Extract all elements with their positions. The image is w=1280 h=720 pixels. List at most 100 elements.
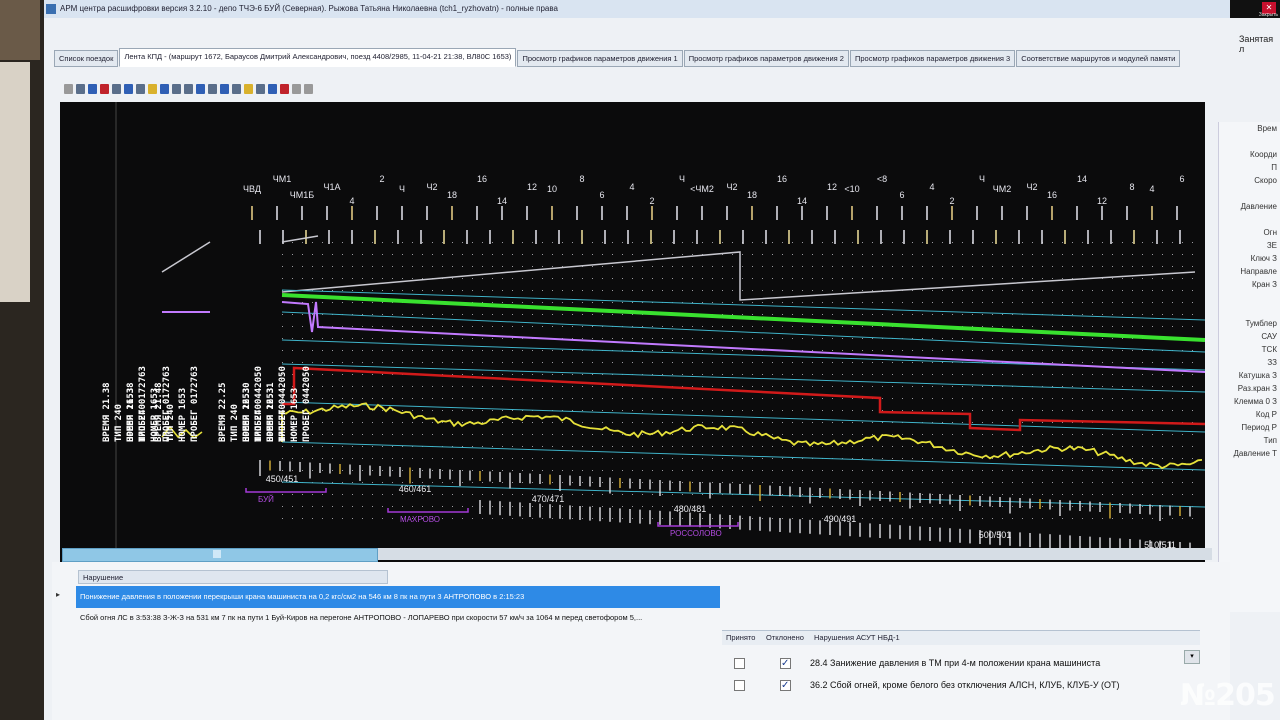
rejected-checkbox[interactable] bbox=[780, 655, 791, 672]
parameter-label: Клемма 0 З bbox=[1234, 397, 1277, 406]
grid-dot bbox=[972, 506, 973, 507]
grid-dot bbox=[782, 326, 783, 327]
grid-dot bbox=[972, 398, 973, 399]
grid-dot bbox=[792, 314, 793, 315]
marker-icon[interactable] bbox=[220, 83, 229, 94]
export-icon[interactable] bbox=[88, 83, 97, 94]
grid-dot bbox=[432, 410, 433, 411]
grid-dot bbox=[722, 290, 723, 291]
grid-dot bbox=[502, 338, 503, 339]
notes-icon[interactable] bbox=[244, 83, 253, 94]
grid-dot bbox=[832, 398, 833, 399]
link-icon[interactable] bbox=[292, 83, 301, 94]
back-icon[interactable] bbox=[64, 83, 73, 94]
tab-graphs-1[interactable]: Просмотр графиков параметров движения 1 bbox=[517, 50, 683, 67]
grid-dot bbox=[342, 290, 343, 291]
grid-dot bbox=[1122, 302, 1123, 303]
violation-row-selected[interactable]: Понижение давления в положении перекрыши… bbox=[76, 586, 720, 608]
tab-trips-list[interactable]: Список поездок bbox=[54, 50, 119, 67]
grid-dot bbox=[1072, 518, 1073, 519]
grid-dot bbox=[462, 314, 463, 315]
grid-dot bbox=[1002, 374, 1003, 375]
accepted-checkbox[interactable] bbox=[734, 680, 745, 691]
zoom-out-icon[interactable] bbox=[172, 83, 181, 94]
grid-dot bbox=[742, 434, 743, 435]
scroll-thumb[interactable] bbox=[213, 550, 221, 558]
grid-dot bbox=[632, 314, 633, 315]
grid-dot bbox=[892, 386, 893, 387]
grid-dot bbox=[622, 242, 623, 243]
grid-dot bbox=[662, 422, 663, 423]
record-header-text: ПРОБЕГ 0172763 bbox=[190, 366, 200, 442]
grid-dot bbox=[1192, 362, 1193, 363]
asut-row[interactable]: 28.4 Занижение давления в ТМ при 4-м пол… bbox=[722, 654, 1200, 672]
grid-dot bbox=[1122, 242, 1123, 243]
grid-dot bbox=[882, 446, 883, 447]
grid-dot bbox=[492, 446, 493, 447]
grid-dot bbox=[742, 422, 743, 423]
chart-icon[interactable] bbox=[124, 83, 133, 94]
pen-icon[interactable] bbox=[304, 83, 313, 94]
grid-dot bbox=[692, 398, 693, 399]
grid-dot bbox=[962, 266, 963, 267]
grid-dot bbox=[772, 290, 773, 291]
grid-dot bbox=[532, 326, 533, 327]
grid-dot bbox=[1102, 374, 1103, 375]
grid-dot bbox=[1162, 446, 1163, 447]
grid-dot bbox=[882, 470, 883, 471]
grid-dot bbox=[822, 266, 823, 267]
grid-dot bbox=[612, 314, 613, 315]
tab-routes-modules[interactable]: Соответствие маршрутов и модулей памяти bbox=[1016, 50, 1181, 67]
grid-dot bbox=[742, 338, 743, 339]
asut-row[interactable]: 36.2 Сбой огней, кроме белого без отключ… bbox=[722, 676, 1200, 694]
tab-kpd-tape[interactable]: Лента КПД - (маршрут 1672, Барауcов Дмит… bbox=[119, 48, 517, 67]
scroll-down-button[interactable]: ▾ bbox=[1184, 650, 1200, 664]
database-icon[interactable] bbox=[268, 83, 277, 94]
grid-dot bbox=[1192, 290, 1193, 291]
list-icon[interactable] bbox=[256, 83, 265, 94]
report-icon[interactable] bbox=[208, 83, 217, 94]
zoom-in-icon[interactable] bbox=[160, 83, 169, 94]
horizontal-scrollbar[interactable] bbox=[62, 548, 378, 562]
grid-dot bbox=[762, 266, 763, 267]
grid-dot bbox=[562, 242, 563, 243]
copy-icon[interactable] bbox=[196, 83, 205, 94]
signal-label-bottom: 16 bbox=[1047, 190, 1057, 200]
grid-dot bbox=[622, 470, 623, 471]
grid-dot bbox=[622, 314, 623, 315]
grid-dot bbox=[602, 518, 603, 519]
grid-dot bbox=[1002, 470, 1003, 471]
close-tape-icon[interactable] bbox=[280, 83, 289, 94]
filter-icon[interactable] bbox=[112, 83, 121, 94]
save-icon[interactable] bbox=[76, 83, 85, 94]
violation-row[interactable]: Сбой огня ЛС в 3:53:38 З-Ж-З на 531 км 7… bbox=[76, 610, 720, 640]
tab-graphs-3[interactable]: Просмотр графиков параметров движения 3 bbox=[849, 50, 1016, 67]
table-icon[interactable] bbox=[136, 83, 145, 94]
grid-dot bbox=[692, 518, 693, 519]
grid-dot bbox=[402, 338, 403, 339]
grid-dot bbox=[392, 386, 393, 387]
grid-dot bbox=[1152, 506, 1153, 507]
document-icon[interactable] bbox=[232, 83, 241, 94]
grid-dot bbox=[652, 242, 653, 243]
grid-dot bbox=[772, 422, 773, 423]
rejected-checkbox[interactable] bbox=[780, 677, 791, 694]
grid-dot bbox=[542, 374, 543, 375]
grid-dot bbox=[802, 506, 803, 507]
grid-dot bbox=[1012, 290, 1013, 291]
tab-graphs-2[interactable]: Просмотр графиков параметров движения 2 bbox=[683, 50, 849, 67]
grid-dot bbox=[792, 410, 793, 411]
grid-dot bbox=[382, 398, 383, 399]
grid-dot bbox=[922, 338, 923, 339]
grid-dot bbox=[562, 350, 563, 351]
grid-dot bbox=[332, 506, 333, 507]
grid-dot bbox=[1042, 458, 1043, 459]
grid-dot bbox=[1042, 254, 1043, 255]
grid-dot bbox=[692, 470, 693, 471]
grid-dot bbox=[472, 278, 473, 279]
settings-icon[interactable] bbox=[148, 83, 157, 94]
accepted-checkbox[interactable] bbox=[734, 658, 745, 669]
grid-dot bbox=[702, 242, 703, 243]
delete-file-icon[interactable] bbox=[100, 83, 109, 94]
print-icon[interactable] bbox=[184, 83, 193, 94]
